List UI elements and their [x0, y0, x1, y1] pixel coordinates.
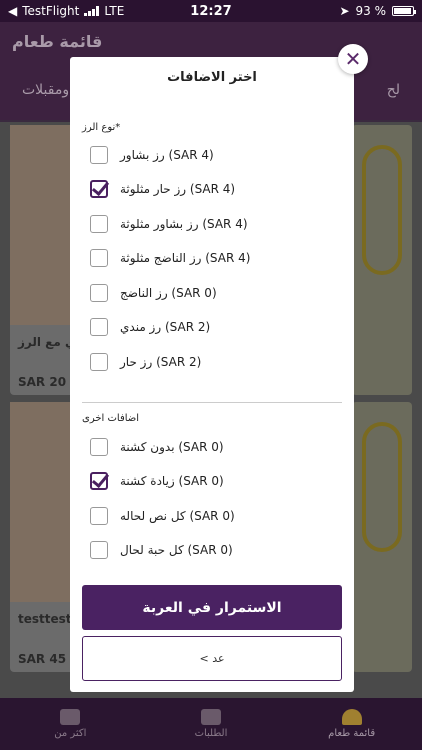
checkbox[interactable] — [90, 284, 108, 302]
divider — [82, 402, 342, 403]
addon-option-label: رز مندي (SAR 2) — [120, 320, 211, 334]
addon-option-label: بدون كشنة (SAR 0) — [120, 440, 224, 454]
bg-tab-more: اكثر من — [25, 709, 115, 739]
checkbox[interactable] — [90, 507, 108, 525]
bg-card-price: SAR 45 — [18, 652, 67, 666]
checkbox[interactable] — [90, 215, 108, 233]
bg-tab-meat: لح — [386, 82, 400, 98]
bg-tab-appetizers: ومقبلات — [22, 82, 70, 98]
modal-title: اختر الاضافات — [167, 70, 257, 85]
signal-icon — [84, 6, 100, 16]
addon-option[interactable]: رز بشاور (SAR 4) — [90, 143, 334, 167]
bg-logo — [362, 145, 402, 275]
addon-option-label: رز بشاور مثلوثة (SAR 4) — [120, 217, 248, 231]
addon-option-label: زيادة كشنة (SAR 0) — [120, 474, 224, 488]
bg-tab-bar: اكثر من الطلبات قائمة طعام — [0, 698, 422, 750]
bg-menu-card — [352, 402, 412, 672]
checkbox[interactable] — [90, 353, 108, 371]
addon-option-label: رز الناضج (SAR 0) — [120, 286, 217, 300]
status-right: ➤ 93 % — [339, 4, 416, 18]
checkbox[interactable] — [90, 318, 108, 336]
group-title-other-addons: اضافات اخرى — [82, 413, 140, 424]
bg-card-name: ي مع الرز — [18, 335, 76, 349]
battery-label: 93 % — [355, 4, 387, 18]
addon-option[interactable]: كل حبة لحال (SAR 0) — [90, 538, 334, 562]
bg-card-name: testtest — [18, 612, 72, 626]
checkbox[interactable] — [90, 146, 108, 164]
close-icon[interactable]: ✕ — [338, 44, 368, 74]
food-cloche-icon — [341, 709, 362, 725]
bg-tab-menu: قائمة طعام — [307, 709, 397, 739]
network-label: LTE — [104, 4, 125, 18]
addon-option-label: رز بشاور (SAR 4) — [120, 148, 214, 162]
bg-tab-orders-label: الطلبات — [194, 728, 228, 739]
addon-option[interactable]: رز حار مثلوثة (SAR 4) — [90, 177, 334, 201]
checkbox[interactable] — [90, 541, 108, 559]
bg-tab-orders: الطلبات — [166, 709, 256, 739]
addon-option-label: رز الناضج مثلوثة (SAR 4) — [120, 251, 251, 265]
bg-card-price: SAR 20 — [18, 375, 67, 389]
addon-option[interactable]: رز الناضج (SAR 0) — [90, 281, 334, 305]
checkbox[interactable] — [90, 249, 108, 267]
addon-option[interactable]: كل نص لحاله (SAR 0) — [90, 504, 334, 528]
addon-option-label: كل حبة لحال (SAR 0) — [120, 543, 233, 557]
checkbox-checked[interactable] — [90, 180, 108, 198]
status-bar: ◀ TestFlight LTE 12:27 ➤ 93 % — [0, 0, 422, 22]
bg-menu-card — [352, 125, 412, 395]
status-left: ◀ TestFlight LTE — [8, 4, 339, 18]
group-title-rice-type: نوع الرز* — [82, 122, 121, 133]
addon-option[interactable]: زيادة كشنة (SAR 0) — [90, 469, 334, 493]
addon-option[interactable]: بدون كشنة (SAR 0) — [90, 435, 334, 459]
bg-tab-menu-label: قائمة طعام — [328, 728, 376, 739]
battery-icon — [392, 6, 416, 16]
addon-option[interactable]: رز الناضج مثلوثة (SAR 4) — [90, 246, 334, 270]
bg-tab-more-label: اكثر من — [54, 728, 87, 739]
location-icon: ➤ — [339, 4, 350, 18]
carrier-label: TestFlight — [22, 4, 80, 18]
addon-option[interactable]: رز مندي (SAR 2) — [90, 315, 334, 339]
back-button[interactable]: < عد — [82, 636, 342, 681]
continue-to-cart-button[interactable]: الاستمرار في العربة — [82, 585, 342, 630]
bg-logo — [362, 422, 402, 552]
addon-option-label: كل نص لحاله (SAR 0) — [120, 509, 235, 523]
addon-option[interactable]: رز حار (SAR 2) — [90, 350, 334, 374]
orders-icon — [200, 709, 221, 725]
addon-option[interactable]: رز بشاور مثلوثة (SAR 4) — [90, 212, 334, 236]
addons-modal: اختر الاضافات نوع الرز* رز بشاور (SAR 4)… — [70, 57, 354, 692]
checkbox-checked[interactable] — [90, 472, 108, 490]
more-icon — [60, 709, 81, 725]
checkbox[interactable] — [90, 438, 108, 456]
addon-option-label: رز حار مثلوثة (SAR 4) — [120, 182, 236, 196]
addon-option-label: رز حار (SAR 2) — [120, 355, 202, 369]
bg-header-title: قائمة طعام — [12, 31, 103, 51]
back-to-app-icon[interactable]: ◀ — [8, 4, 17, 18]
